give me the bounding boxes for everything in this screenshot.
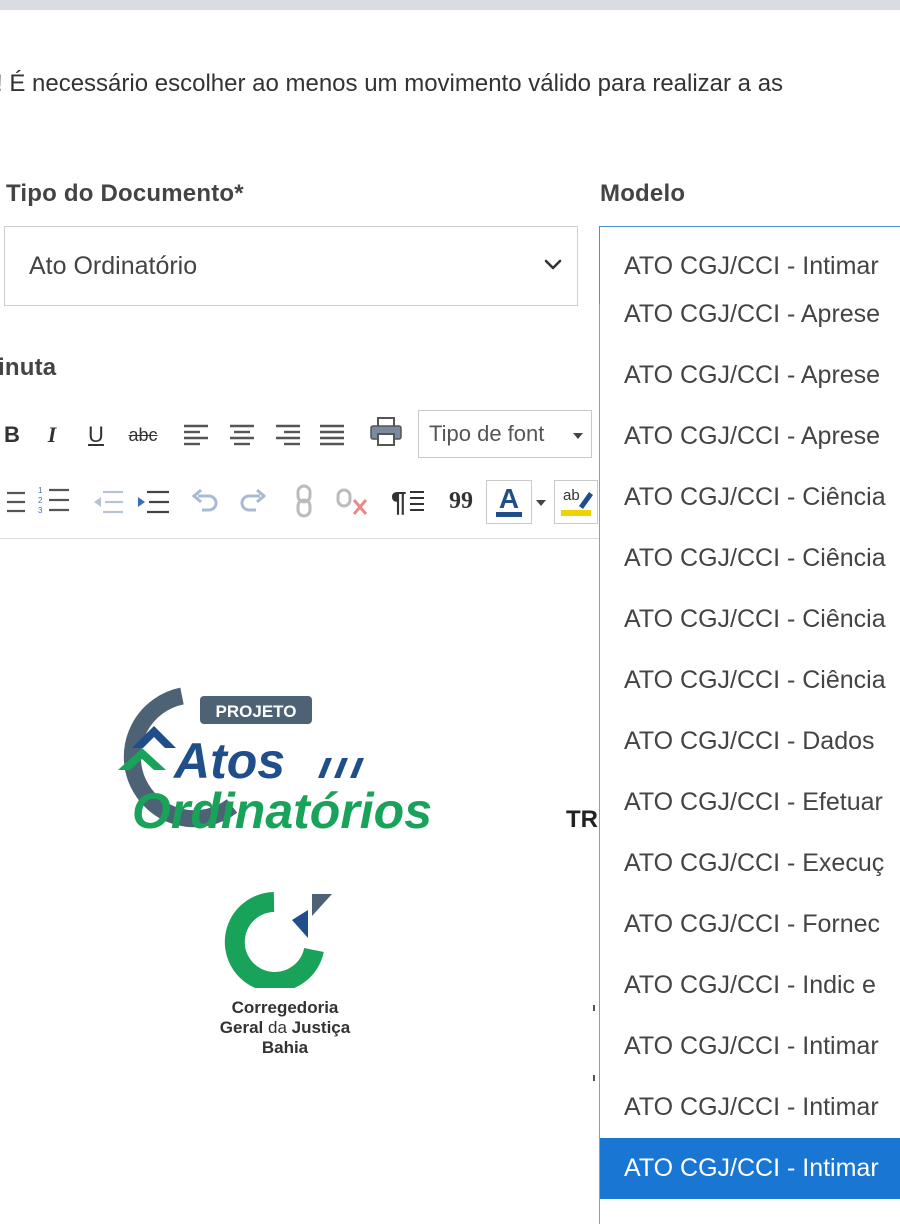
dropdown-option[interactable]: ATO CGJ/CCI - Fornec — [600, 894, 900, 955]
highlight-color-button[interactable]: ab — [554, 480, 598, 524]
undo-button[interactable] — [188, 484, 222, 518]
paragraph-icon: ¶ — [391, 486, 424, 516]
redo-button[interactable] — [236, 484, 270, 518]
modelo-select[interactable]: ATO CGJ/CCI - Intimar — [599, 226, 900, 306]
paragraph-format-button[interactable]: ¶ — [388, 484, 428, 518]
bullet-list-icon — [7, 491, 25, 513]
text-fragment — [593, 1075, 595, 1081]
print-button[interactable] — [366, 414, 406, 450]
svg-text:3: 3 — [38, 506, 43, 515]
align-center-button[interactable] — [226, 420, 258, 450]
dropdown-option[interactable]: ATO CGJ/CCI - Aprese — [600, 406, 900, 467]
minuta-label: inuta — [0, 354, 57, 381]
align-justify-icon — [320, 424, 344, 446]
align-left-icon — [184, 424, 208, 446]
link-button[interactable] — [288, 482, 328, 520]
tipo-documento-select[interactable]: Ato Ordinatório — [4, 226, 578, 306]
align-left-button[interactable] — [180, 420, 212, 450]
highlight-icon: ab — [561, 487, 593, 516]
dropdown-option[interactable]: ATO CGJ/CCI - Ciência — [600, 650, 900, 711]
dropdown-option[interactable]: ATO CGJ/CCI - Execuç — [600, 833, 900, 894]
svg-text:Ordinatórios: Ordinatórios — [132, 783, 432, 838]
font-family-select[interactable]: Tipo de font — [418, 410, 592, 458]
font-color-icon: A — [496, 484, 522, 517]
bullet-list-button[interactable] — [0, 486, 26, 518]
unlink-button[interactable] — [332, 482, 372, 520]
warning-message: ! É necessário escolher ao menos um movi… — [0, 70, 784, 97]
font-color-letter: A — [499, 484, 519, 514]
outdent-button[interactable] — [90, 486, 124, 518]
editor-divider — [0, 538, 600, 539]
underline-button[interactable]: U — [84, 420, 108, 450]
align-center-icon — [230, 424, 254, 446]
align-right-button[interactable] — [272, 420, 304, 450]
cgj-line3: Bahia — [261, 1038, 309, 1057]
cgj-bahia-logo — [224, 892, 332, 988]
numbered-list-button[interactable]: 123 — [36, 484, 70, 518]
indent-button[interactable] — [134, 486, 170, 518]
document-text-fragment: TR — [566, 806, 598, 833]
dropdown-option[interactable]: ATO CGJ/CCI - Ciência — [600, 589, 900, 650]
outdent-icon — [94, 490, 123, 514]
svg-text:ab: ab — [563, 487, 580, 504]
redo-icon — [240, 488, 267, 512]
tipo-documento-value: Ato Ordinatório — [29, 252, 198, 280]
svg-text:1: 1 — [38, 486, 43, 495]
caret-down-icon — [573, 433, 583, 439]
dropdown-option[interactable]: ATO CGJ/CCI - Aprese — [600, 304, 900, 345]
printer-icon — [370, 417, 402, 446]
text-fragment — [593, 1005, 595, 1011]
justify-button[interactable] — [316, 420, 348, 450]
projeto-atos-logo: PROJETO Atos Ordinatórios — [118, 687, 432, 838]
dropdown-option[interactable]: ATO CGJ/CCI - Efetuar — [600, 772, 900, 833]
dropdown-option[interactable]: ATO CGJ/CCI - Indic e — [600, 955, 900, 1016]
chevron-down-icon — [544, 259, 562, 270]
font-family-value: Tipo de font — [429, 421, 545, 446]
caret-down-icon — [536, 500, 546, 506]
font-color-button[interactable]: A — [486, 480, 532, 524]
dropdown-option[interactable]: ATO CGJ/CCI - Ciência — [600, 467, 900, 528]
modelo-label: Modelo — [600, 180, 686, 207]
dropdown-option[interactable]: ATO CGJ/CCI - Aprese — [600, 345, 900, 406]
top-bar — [0, 0, 900, 10]
dropdown-option[interactable]: ATO CGJ/CCI - Ciência — [600, 528, 900, 589]
cgj-line1: Corregedoria — [231, 998, 339, 1017]
strikethrough-button[interactable]: abc — [124, 420, 162, 450]
modelo-dropdown-list[interactable]: ATO CGJ/CCI - Aprese ATO CGJ/CCI - Aprese… — [599, 304, 900, 1224]
tipo-documento-label: Tipo do Documento* — [6, 180, 244, 207]
unlink-icon — [336, 488, 368, 515]
cgj-line2: Geral da Justiça — [219, 1018, 351, 1037]
undo-icon — [191, 488, 218, 512]
svg-text:2: 2 — [38, 496, 43, 505]
dropdown-option[interactable]: ATO CGJ/CCI - Intimar — [600, 1016, 900, 1077]
blockquote-button[interactable]: 99 — [444, 484, 478, 518]
numbered-list-icon: 123 — [38, 486, 69, 515]
link-icon — [296, 484, 312, 518]
italic-button[interactable]: I — [40, 420, 64, 450]
dropdown-option[interactable]: ATO CGJ/CCI - Intimar — [600, 1138, 900, 1199]
indent-icon — [138, 490, 169, 514]
svg-text:¶: ¶ — [391, 486, 407, 516]
bold-button[interactable]: B — [0, 420, 24, 450]
svg-text:Atos: Atos — [172, 733, 285, 789]
svg-text:PROJETO: PROJETO — [216, 702, 297, 721]
dropdown-option[interactable]: ATO CGJ/CCI - Dados — [600, 711, 900, 772]
font-color-dropdown[interactable] — [534, 496, 548, 510]
modelo-value: ATO CGJ/CCI - Intimar — [624, 252, 879, 280]
align-right-icon — [276, 424, 300, 446]
dropdown-option[interactable]: ATO CGJ/CCI - Intimar — [600, 1077, 900, 1138]
